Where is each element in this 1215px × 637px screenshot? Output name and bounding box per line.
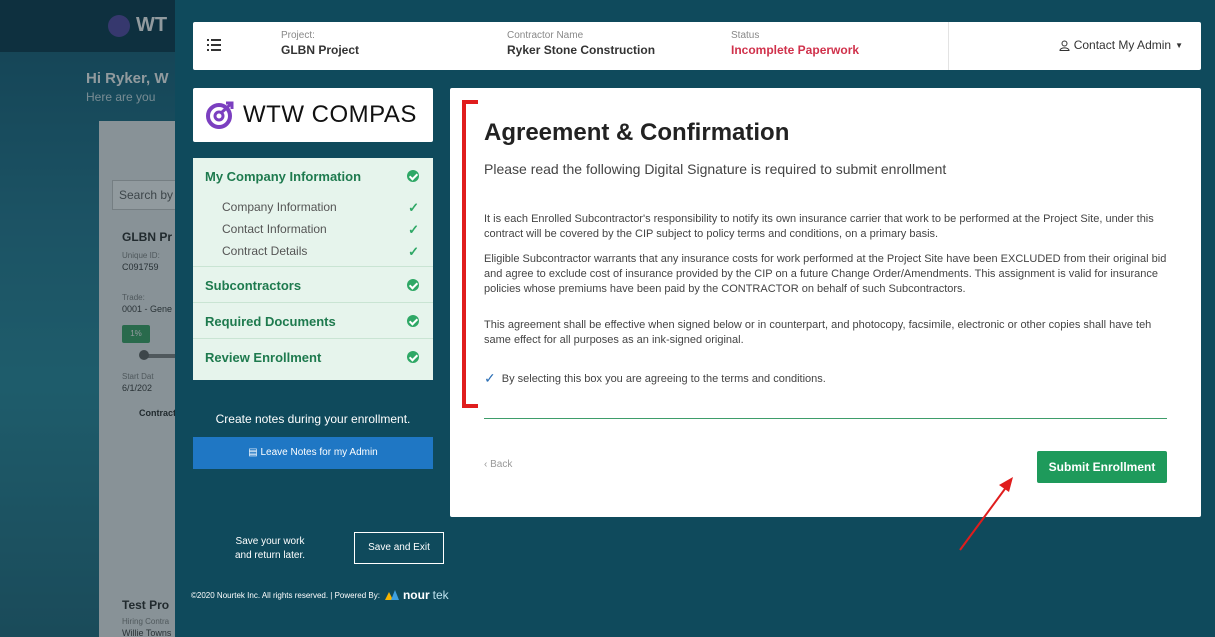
leave-notes-label: Leave Notes for my Admin — [260, 447, 378, 458]
save-note-line2: and return later. — [234, 550, 306, 561]
agree-checkbox[interactable]: ✓ By selecting this box you are agreeing… — [484, 370, 826, 387]
nourtek-brand-b: tek — [432, 588, 449, 602]
step-label: My Company Information — [205, 169, 362, 184]
substep-label: Company Information — [222, 200, 337, 214]
project-label: Project: — [281, 30, 315, 41]
compas-logo-card: WTW COMPAS — [193, 88, 433, 142]
substep-contact-information[interactable]: Contact Information ✓ — [193, 218, 433, 240]
page-subtitle: Please read the following Digital Signat… — [484, 161, 947, 177]
substep-company-information[interactable]: Company Information ✓ — [193, 196, 433, 218]
submit-enrollment-button[interactable]: Submit Enrollment — [1037, 451, 1167, 483]
header-divider — [948, 22, 949, 70]
substep-contract-details[interactable]: Contract Details ✓ — [193, 240, 433, 262]
chevron-left-icon: ‹ — [484, 459, 488, 470]
nourtek-brand-a: nour — [402, 588, 430, 602]
company-substeps: Company Information ✓ Contact Informatio… — [193, 194, 433, 267]
save-note: Save your work and return later. — [210, 535, 330, 563]
checkmark-icon: ✓ — [408, 244, 419, 259]
substep-label: Contract Details — [222, 244, 308, 258]
project-value: GLBN Project — [281, 43, 360, 57]
header-bar: Project: GLBN Project Contractor Name Ry… — [193, 22, 1201, 70]
status-value: Incomplete Paperwork — [731, 43, 860, 57]
leave-notes-button[interactable]: ▤ Leave Notes for my Admin — [193, 437, 433, 469]
compas-logo-icon — [206, 101, 234, 129]
contact-admin-dropdown[interactable]: Contact My Admin ▼ — [1059, 38, 1183, 52]
agreement-paragraph-1: It is each Enrolled Subcontractor's resp… — [484, 213, 1154, 240]
divider — [484, 418, 1167, 419]
footer-text: ©2020 Nourtek Inc. All rights reserved. … — [191, 590, 380, 600]
contractor-label: Contractor Name — [507, 30, 584, 41]
step-my-company-information[interactable]: My Company Information — [193, 158, 433, 194]
header-status: Status Incomplete Paperwork — [731, 30, 859, 57]
checkmark-icon: ✓ — [484, 370, 496, 386]
step-label: Subcontractors — [205, 278, 302, 293]
page-title: Agreement & Confirmation — [484, 119, 790, 146]
step-required-documents[interactable]: Required Documents — [193, 303, 433, 339]
enrollment-steps: My Company Information Company Informati… — [193, 158, 433, 380]
agree-label: By selecting this box you are agreeing t… — [501, 372, 826, 385]
user-icon — [1059, 40, 1070, 51]
step-label: Required Documents — [205, 314, 336, 329]
save-and-exit-button[interactable]: Save and Exit — [354, 532, 444, 564]
contact-admin-label: Contact My Admin — [1073, 38, 1172, 52]
status-label: Status — [731, 30, 760, 41]
checkmark-icon: ✓ — [408, 222, 419, 237]
list-menu-icon[interactable] — [207, 38, 221, 52]
step-subcontractors[interactable]: Subcontractors — [193, 267, 433, 303]
save-note-line1: Save your work — [235, 536, 305, 547]
header-contractor: Contractor Name Ryker Stone Construction — [507, 30, 655, 57]
check-circle-icon — [407, 279, 419, 291]
back-link[interactable]: ‹ Back — [484, 459, 512, 470]
step-label: Review Enrollment — [205, 350, 322, 365]
check-circle-icon — [407, 351, 419, 363]
back-label: Back — [490, 459, 513, 470]
step-review-enrollment[interactable]: Review Enrollment — [193, 339, 433, 375]
checkmark-icon: ✓ — [408, 200, 419, 215]
header-project: Project: GLBN Project — [281, 30, 359, 57]
caret-down-icon: ▼ — [1175, 40, 1183, 50]
annotation-bracket — [462, 100, 478, 408]
substep-label: Contact Information — [222, 222, 327, 236]
check-circle-icon — [407, 170, 419, 182]
compas-logo-text: WTW COMPAS — [243, 101, 417, 128]
notes-prompt: Create notes during your enrollment. — [215, 412, 411, 426]
nourtek-logo: nour tek — [384, 588, 449, 602]
footer: ©2020 Nourtek Inc. All rights reserved. … — [191, 588, 449, 602]
annotation-arrow-icon — [959, 477, 1013, 551]
agreement-paragraph-3: This agreement shall be effective when s… — [484, 319, 1152, 346]
agreement-paragraph-2: Eligible Subcontractor warrants that any… — [484, 253, 1167, 295]
contractor-value: Ryker Stone Construction — [507, 43, 656, 57]
nourtek-logo-icon — [384, 590, 399, 600]
note-icon: ▤ — [248, 447, 258, 458]
check-circle-icon — [407, 315, 419, 327]
